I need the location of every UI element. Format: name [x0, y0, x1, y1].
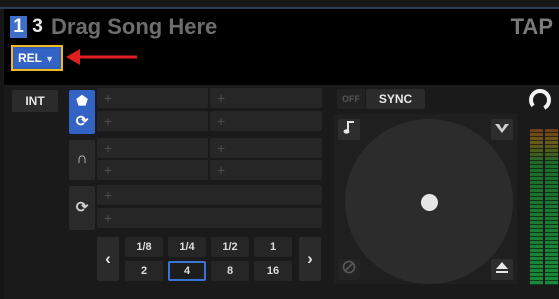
loop-slot[interactable]: +: [97, 208, 322, 228]
rel-mode-dropdown[interactable]: REL ▼: [11, 45, 63, 71]
deck-number[interactable]: 1: [10, 16, 27, 38]
loop-length-1-8[interactable]: 1/8: [125, 237, 163, 257]
loop-length-1-2[interactable]: 1/2: [211, 237, 249, 257]
loop-length-8[interactable]: 8: [211, 261, 249, 281]
loop-length-4[interactable]: 4: [168, 261, 206, 281]
music-note-icon[interactable]: [338, 119, 360, 140]
loop-slot[interactable]: +: [97, 185, 322, 205]
pitch-disabled-icon[interactable]: [338, 259, 360, 280]
sync-loop-icon: ⟳: [75, 113, 89, 130]
deck-panel: 1 3 Drag Song Here TAP REL ▼ INT ⬟ ⟳ ∩ ⟳…: [0, 0, 559, 299]
sampler-pad[interactable]: +: [97, 160, 208, 180]
annotation-arrow-icon: [66, 49, 137, 65]
eject-icon[interactable]: [491, 259, 513, 280]
hotcue-pad[interactable]: +: [210, 111, 322, 131]
deck-number-alt[interactable]: 3: [29, 16, 46, 38]
loop-length-16[interactable]: 16: [254, 261, 292, 281]
hotcue-pad[interactable]: +: [97, 111, 208, 131]
song-title: Drag Song Here: [51, 14, 218, 39]
level-meter: [530, 129, 559, 285]
loop-next-button[interactable]: ›: [299, 237, 321, 281]
loop-prev-button[interactable]: ‹: [97, 237, 119, 281]
sync-button[interactable]: SYNC: [366, 89, 425, 109]
loop-icon: ⟳: [75, 199, 89, 216]
jog-wheel-marker: [421, 194, 438, 211]
loop-button[interactable]: ⟳: [69, 186, 95, 230]
sampler-pad[interactable]: +: [210, 160, 322, 180]
tap-button[interactable]: TAP: [511, 14, 553, 40]
chevron-down-icon: ▼: [45, 54, 54, 64]
gain-knob-icon[interactable]: [527, 87, 553, 113]
cue-sync-button[interactable]: ⬟ ⟳: [69, 90, 95, 134]
sync-off-button[interactable]: OFF: [337, 89, 365, 109]
headphones-button[interactable]: ∩: [69, 140, 95, 180]
loop-length-2[interactable]: 2: [125, 261, 163, 281]
sampler-pad[interactable]: +: [97, 138, 208, 158]
cue-icon: ⬟: [76, 93, 88, 108]
hotcue-pad[interactable]: +: [97, 88, 208, 108]
int-button[interactable]: INT: [12, 90, 58, 112]
fx-triangle-icon[interactable]: [491, 119, 513, 140]
headphones-icon: ∩: [76, 150, 88, 167]
loop-length-1-4[interactable]: 1/4: [168, 237, 206, 257]
loop-length-1[interactable]: 1: [254, 237, 292, 257]
rel-mode-label: REL: [18, 51, 42, 65]
hotcue-pad[interactable]: +: [210, 88, 322, 108]
sampler-pad[interactable]: +: [210, 138, 322, 158]
